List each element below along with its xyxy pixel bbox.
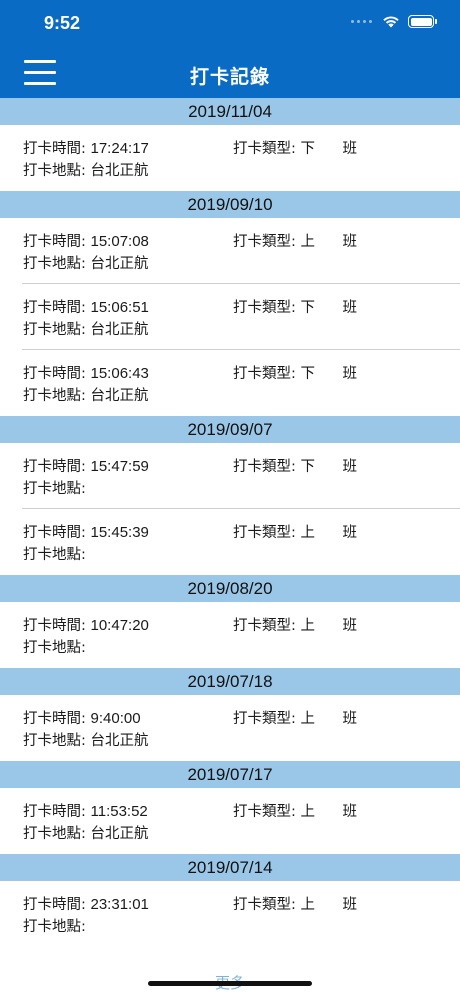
record-item[interactable]: 打卡時間: 11:53:52 打卡類型: 上班 打卡地點: 台北正航	[0, 788, 460, 854]
record-place: 打卡地點: 台北正航	[23, 256, 149, 272]
record-place: 打卡地點: 台北正航	[23, 163, 149, 179]
battery-icon	[408, 15, 437, 28]
record-type: 打卡類型: 下班	[233, 141, 357, 157]
wifi-icon	[383, 16, 399, 28]
record-item[interactable]: 打卡時間: 23:31:01 打卡類型: 上班 打卡地點:	[0, 881, 460, 947]
record-item[interactable]: 打卡時間: 15:06:43 打卡類型: 下班 打卡地點: 台北正航	[0, 350, 460, 416]
status-icons	[351, 15, 437, 28]
record-time: 打卡時間: 17:24:17	[23, 140, 149, 157]
record-type: 打卡類型: 上班	[233, 234, 357, 250]
record-place: 打卡地點:	[23, 481, 86, 497]
record-type: 打卡類型: 上班	[233, 711, 357, 727]
record-item[interactable]: 打卡時間: 15:06:51 打卡類型: 下班 打卡地點: 台北正航	[0, 284, 460, 350]
record-time: 打卡時間: 15:47:59	[23, 458, 149, 475]
record-time: 打卡時間: 23:31:01	[23, 896, 149, 913]
record-list[interactable]: 2019/11/04 打卡時間: 17:24:17 打卡類型: 下班 打卡地點:…	[0, 98, 460, 947]
date-header: 2019/09/07	[0, 416, 460, 443]
status-time: 9:52	[44, 13, 81, 33]
record-place: 打卡地點: 台北正航	[23, 826, 149, 842]
date-header: 2019/07/14	[0, 854, 460, 881]
record-type: 打卡類型: 上班	[233, 525, 357, 541]
top-bar: 9:52 打卡記錄	[0, 0, 460, 98]
record-time: 打卡時間: 15:07:08	[23, 233, 149, 250]
record-place: 打卡地點: 台北正航	[23, 388, 149, 404]
record-time: 打卡時間: 15:45:39	[23, 524, 149, 541]
date-header: 2019/11/04	[0, 98, 460, 125]
record-place: 打卡地點: 台北正航	[23, 733, 149, 749]
page-title: 打卡記錄	[189, 66, 270, 88]
record-type: 打卡類型: 上班	[233, 618, 357, 634]
record-type: 打卡類型: 下班	[233, 300, 357, 316]
date-header: 2019/07/18	[0, 668, 460, 695]
record-type: 打卡類型: 上班	[233, 804, 357, 820]
record-place: 打卡地點:	[23, 919, 86, 935]
record-place: 打卡地點:	[23, 640, 86, 656]
record-type: 打卡類型: 上班	[233, 897, 357, 913]
record-place: 打卡地點:	[23, 547, 86, 563]
record-type: 打卡類型: 下班	[233, 366, 357, 382]
home-indicator	[148, 981, 312, 986]
record-time: 打卡時間: 9:40:00	[23, 710, 141, 727]
date-header: 2019/07/17	[0, 761, 460, 788]
record-time: 打卡時間: 15:06:43	[23, 365, 149, 382]
record-item[interactable]: 打卡時間: 17:24:17 打卡類型: 下班 打卡地點: 台北正航	[0, 125, 460, 191]
record-time: 打卡時間: 10:47:20	[23, 617, 149, 634]
record-item[interactable]: 打卡時間: 15:45:39 打卡類型: 上班 打卡地點:	[0, 509, 460, 575]
record-item[interactable]: 打卡時間: 15:47:59 打卡類型: 下班 打卡地點:	[0, 443, 460, 509]
record-place: 打卡地點: 台北正航	[23, 322, 149, 338]
signal-dots-icon	[351, 20, 372, 23]
record-item[interactable]: 打卡時間: 9:40:00 打卡類型: 上班 打卡地點: 台北正航	[0, 695, 460, 761]
record-item[interactable]: 打卡時間: 15:07:08 打卡類型: 上班 打卡地點: 台北正航	[0, 218, 460, 284]
date-header: 2019/09/10	[0, 191, 460, 218]
record-type: 打卡類型: 下班	[233, 459, 357, 475]
date-header: 2019/08/20	[0, 575, 460, 602]
record-item[interactable]: 打卡時間: 10:47:20 打卡類型: 上班 打卡地點:	[0, 602, 460, 668]
record-time: 打卡時間: 15:06:51	[23, 299, 149, 316]
record-time: 打卡時間: 11:53:52	[23, 803, 148, 820]
